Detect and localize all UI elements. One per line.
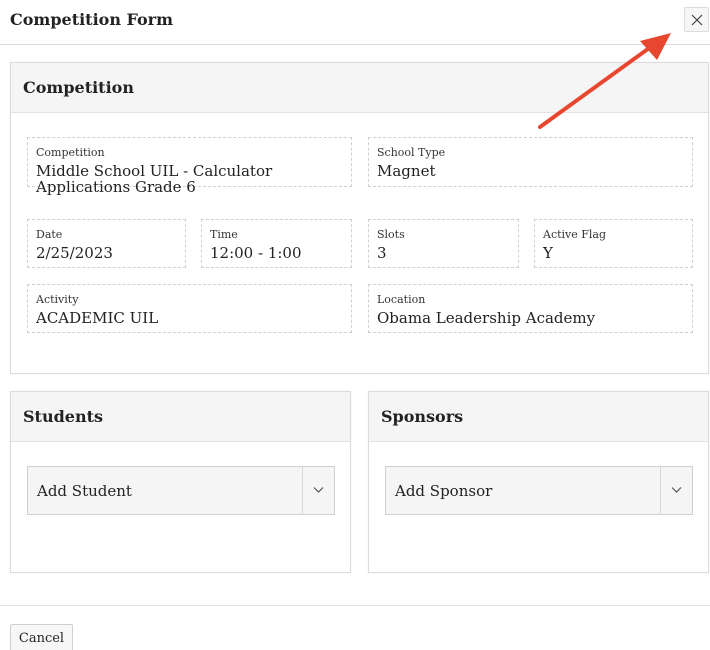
- location-field: Location Obama Leadership Academy: [368, 284, 693, 333]
- add-student-select-value: Add Student: [37, 482, 132, 500]
- add-student-select[interactable]: Add Student: [27, 466, 335, 515]
- add-sponsor-select-value: Add Sponsor: [395, 482, 493, 500]
- add-sponsor-select[interactable]: Add Sponsor: [385, 466, 693, 515]
- date-field: Date 2/25/2023: [27, 219, 186, 268]
- competition-panel-title: Competition: [23, 78, 134, 97]
- slots-field: Slots 3: [368, 219, 519, 268]
- competition-field: Competition Middle School UIL - Calculat…: [27, 137, 352, 195]
- active-flag-field: Active Flag Y: [534, 219, 693, 268]
- location-label: Location: [377, 293, 426, 306]
- students-panel-header: Students: [11, 392, 350, 442]
- select-divider: [302, 467, 303, 514]
- activity-value: ACADEMIC UIL: [36, 309, 159, 327]
- time-value: 12:00 - 1:00: [210, 244, 302, 262]
- competition-panel: Competition Competition Middle School UI…: [10, 62, 709, 374]
- sponsors-panel: Sponsors Add Sponsor: [368, 391, 709, 573]
- chevron-down-icon[interactable]: [313, 486, 324, 494]
- modal-header: Competition Form: [0, 0, 710, 45]
- active-flag-label: Active Flag: [543, 228, 607, 241]
- school-type-field: School Type Magnet: [368, 137, 693, 187]
- close-button[interactable]: [684, 7, 709, 32]
- students-panel-title: Students: [23, 407, 103, 426]
- select-divider: [660, 467, 661, 514]
- activity-field: Activity ACADEMIC UIL: [27, 284, 352, 333]
- close-icon: [691, 14, 703, 26]
- sponsors-panel-title: Sponsors: [381, 407, 464, 426]
- activity-label: Activity: [36, 293, 79, 306]
- slots-value: 3: [377, 244, 387, 262]
- footer-divider: [0, 605, 710, 606]
- active-flag-value: Y: [543, 244, 553, 262]
- modal-title: Competition Form: [10, 10, 174, 29]
- date-value: 2/25/2023: [36, 244, 113, 262]
- location-value: Obama Leadership Academy: [377, 309, 596, 327]
- competition-value: Middle School UIL - Calculator Applicati…: [36, 162, 273, 196]
- time-field: Time 12:00 - 1:00: [201, 219, 352, 268]
- students-panel: Students Add Student: [10, 391, 351, 573]
- competition-panel-header: Competition: [11, 63, 708, 113]
- competition-label: Competition: [36, 146, 105, 159]
- slots-label: Slots: [377, 228, 405, 241]
- cancel-button[interactable]: Cancel: [10, 624, 73, 650]
- time-label: Time: [210, 228, 238, 241]
- school-type-value: Magnet: [377, 162, 436, 180]
- sponsors-panel-header: Sponsors: [369, 392, 708, 442]
- date-label: Date: [36, 228, 63, 241]
- chevron-down-icon[interactable]: [671, 486, 682, 494]
- school-type-label: School Type: [377, 146, 446, 159]
